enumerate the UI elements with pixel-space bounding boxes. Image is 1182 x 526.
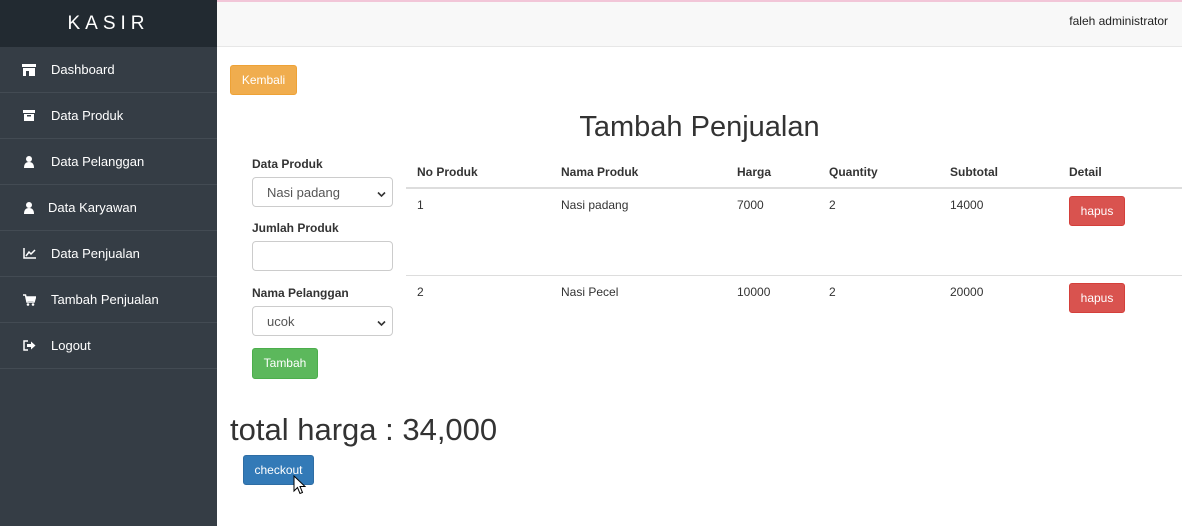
chevron-down-icon (377, 316, 386, 331)
col-header-quantity: Quantity (829, 165, 878, 179)
cell-harga: 10000 (737, 285, 771, 299)
produk-select-value: Nasi padang (267, 185, 340, 200)
sidebar-item-label: Data Penjualan (51, 246, 140, 261)
cart-icon (22, 293, 36, 307)
col-header-detail: Detail (1069, 165, 1102, 179)
col-header-no-produk: No Produk (417, 165, 478, 179)
sidebar-item-data-pelanggan[interactable]: Data Pelanggan (0, 139, 217, 185)
sidebar-item-label: Logout (51, 338, 91, 353)
sidebar-item-dashboard[interactable]: Dashboard (0, 47, 217, 93)
brand-title: KASIR (0, 0, 217, 47)
sidebar-item-label: Data Pelanggan (51, 154, 145, 169)
hapus-button[interactable]: hapus (1069, 196, 1125, 226)
cell-qty: 2 (829, 198, 836, 212)
produk-label: Data Produk (252, 157, 323, 171)
cell-nama: Nasi Pecel (561, 285, 619, 299)
sidebar: KASIR Dashboard Data Produk Data Pelangg… (0, 0, 217, 526)
archive-icon (22, 109, 36, 123)
user-name[interactable]: faleh administrator (1069, 14, 1168, 28)
sidebar-item-data-produk[interactable]: Data Produk (0, 93, 217, 139)
store-icon (22, 63, 36, 77)
cell-no: 1 (417, 198, 424, 212)
sidebar-item-label: Dashboard (51, 62, 115, 77)
hapus-button[interactable]: hapus (1069, 283, 1125, 313)
pelanggan-label: Nama Pelanggan (252, 286, 349, 300)
mouse-cursor-icon (293, 474, 307, 500)
col-header-nama-produk: Nama Produk (561, 165, 639, 179)
sidebar-item-data-penjualan[interactable]: Data Penjualan (0, 231, 217, 277)
col-header-subtotal: Subtotal (950, 165, 998, 179)
cell-qty: 2 (829, 285, 836, 299)
sidebar-item-label: Data Produk (51, 108, 124, 123)
chevron-down-icon (377, 187, 386, 202)
sidebar-item-label: Tambah Penjualan (51, 292, 159, 307)
top-navbar: faleh administrator (217, 0, 1182, 47)
user-icon (22, 155, 36, 169)
produk-select[interactable]: Nasi padang (252, 177, 393, 207)
tambah-button[interactable]: Tambah (252, 348, 318, 379)
back-button[interactable]: Kembali (230, 65, 297, 95)
cell-nama: Nasi padang (561, 198, 629, 212)
col-header-harga: Harga (737, 165, 772, 179)
table-row-divider (406, 275, 1182, 276)
sidebar-item-logout[interactable]: Logout (0, 323, 217, 369)
cell-subtotal: 20000 (950, 285, 984, 299)
sidebar-item-label: Data Karyawan (48, 200, 137, 215)
user-icon (22, 201, 36, 215)
pelanggan-select-value: ucok (267, 314, 295, 329)
jumlah-input[interactable] (252, 241, 393, 271)
cell-no: 2 (417, 285, 424, 299)
table-header-divider (406, 187, 1182, 189)
pelanggan-select[interactable]: ucok (252, 306, 393, 336)
line-chart-icon (22, 247, 36, 261)
cell-subtotal: 14000 (950, 198, 984, 212)
logout-icon (22, 339, 36, 353)
page-title: Tambah Penjualan (579, 111, 820, 143)
total-price: total harga : 34,000 (230, 412, 498, 447)
cell-harga: 7000 (737, 198, 764, 212)
sidebar-item-tambah-penjualan[interactable]: Tambah Penjualan (0, 277, 217, 323)
sidebar-item-data-karyawan[interactable]: Data Karyawan (0, 185, 217, 231)
jumlah-label: Jumlah Produk (252, 221, 339, 235)
